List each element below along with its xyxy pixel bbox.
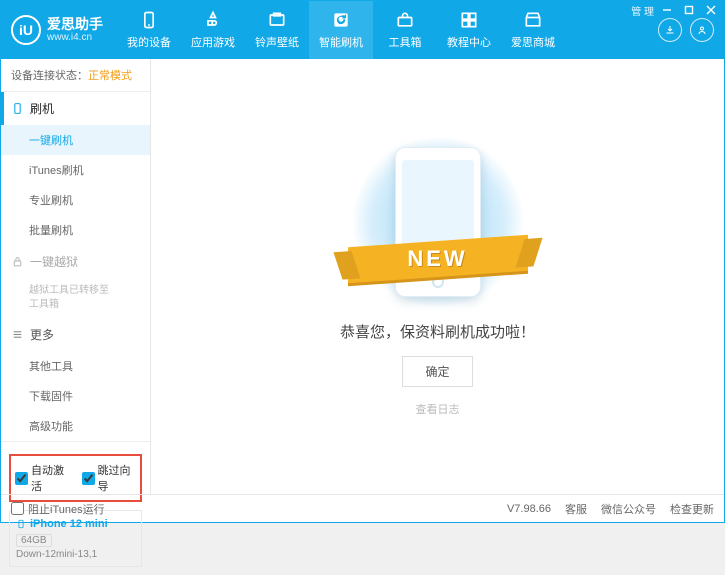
maximize-button[interactable]	[680, 3, 698, 17]
checkbox-skip-wizard-input[interactable]	[82, 472, 95, 485]
window-controls: 管 理	[631, 3, 720, 17]
section-title: 刷机	[30, 100, 54, 117]
new-ribbon: NEW	[348, 241, 528, 277]
sidebar-item-batch-flash[interactable]: 批量刷机	[1, 215, 150, 245]
app-logo: iU	[11, 15, 41, 45]
nav-label: 铃声壁纸	[255, 34, 299, 50]
checkbox-skip-wizard[interactable]: 跳过向导	[82, 462, 137, 494]
success-illustration: NEW	[338, 137, 538, 307]
section-flash-header[interactable]: 刷机	[1, 92, 150, 125]
refresh-icon	[331, 10, 351, 30]
window-manage-label[interactable]: 管 理	[631, 3, 654, 17]
nav-tutorials[interactable]: 教程中心	[437, 1, 501, 59]
checkbox-label: 自动激活	[31, 462, 70, 494]
section-more: 更多 其他工具 下载固件 高级功能	[1, 318, 150, 441]
nav-label: 爱思商城	[511, 34, 555, 50]
section-more-header[interactable]: 更多	[1, 318, 150, 351]
app-title: 爱思助手	[47, 17, 103, 32]
version-label: V7.98.66	[507, 503, 551, 515]
block-itunes-label: 阻止iTunes运行	[28, 501, 105, 517]
nav-my-device[interactable]: 我的设备	[117, 1, 181, 59]
brand: iU 爱思助手 www.i4.cn	[1, 1, 117, 59]
app-window: 管 理 iU 爱思助手 www.i4.cn 我的设备 应用游戏 铃声壁纸	[0, 0, 725, 523]
checkbox-label: 跳过向导	[98, 462, 137, 494]
status-value: 正常模式	[88, 70, 132, 82]
folder-icon	[267, 10, 287, 30]
body: 设备连接状态：正常模式 刷机 一键刷机 iTunes刷机 专业刷机 批量刷机 一…	[1, 59, 724, 494]
nav-label: 我的设备	[127, 34, 171, 50]
section-flash: 刷机 一键刷机 iTunes刷机 专业刷机 批量刷机	[1, 92, 150, 245]
nav-label: 智能刷机	[319, 34, 363, 50]
sidebar-item-other-tools[interactable]: 其他工具	[1, 351, 150, 381]
nav-ringtone-wallpaper[interactable]: 铃声壁纸	[245, 1, 309, 59]
nav-apps-games[interactable]: 应用游戏	[181, 1, 245, 59]
block-itunes-checkbox[interactable]: 阻止iTunes运行	[11, 501, 105, 517]
device-icon	[139, 10, 159, 30]
download-button[interactable]	[658, 18, 682, 42]
block-itunes-input[interactable]	[11, 502, 24, 515]
device-capacity: 64GB	[16, 534, 52, 547]
lock-icon	[11, 255, 24, 268]
device-model: Down-12mini-13,1	[16, 549, 135, 560]
ok-button[interactable]: 确定	[402, 356, 472, 387]
view-log-link[interactable]: 查看日志	[416, 401, 460, 417]
jailbreak-note: 越狱工具已转移至 工具箱	[1, 278, 150, 318]
sidebar-item-itunes-flash[interactable]: iTunes刷机	[1, 155, 150, 185]
footer: 阻止iTunes运行 V7.98.66 客服 微信公众号 检查更新	[1, 494, 724, 522]
success-message: 恭喜您，保资料刷机成功啦！	[340, 321, 535, 342]
main-panel: NEW 恭喜您，保资料刷机成功啦！ 确定 查看日志	[151, 59, 724, 494]
nav-label: 教程中心	[447, 34, 491, 50]
grid-icon	[459, 10, 479, 30]
menu-icon	[11, 328, 24, 341]
user-button[interactable]	[690, 18, 714, 42]
device-status: 设备连接状态：正常模式	[1, 59, 150, 92]
minimize-button[interactable]	[658, 3, 676, 17]
wechat-link[interactable]: 微信公众号	[601, 501, 656, 517]
checkbox-auto-activate-input[interactable]	[15, 472, 28, 485]
sidebar-item-advanced[interactable]: 高级功能	[1, 411, 150, 441]
section-title: 更多	[30, 326, 54, 343]
close-button[interactable]	[702, 3, 720, 17]
nav-smart-flash[interactable]: 智能刷机	[309, 1, 373, 59]
sidebar: 设备连接状态：正常模式 刷机 一键刷机 iTunes刷机 专业刷机 批量刷机 一…	[1, 59, 151, 494]
sidebar-item-download-firmware[interactable]: 下载固件	[1, 381, 150, 411]
customer-service-link[interactable]: 客服	[565, 501, 587, 517]
toolbox-icon	[395, 10, 415, 30]
main-nav: 我的设备 应用游戏 铃声壁纸 智能刷机 工具箱 教程中心	[117, 1, 648, 59]
section-title: 一键越狱	[30, 253, 78, 270]
nav-store[interactable]: 爱思商城	[501, 1, 565, 59]
status-label: 设备连接状态：	[11, 70, 88, 82]
ribbon-text: NEW	[407, 246, 467, 272]
topbar: iU 爱思助手 www.i4.cn 我的设备 应用游戏 铃声壁纸 智能刷机	[1, 1, 724, 59]
phone-refresh-icon	[11, 102, 24, 115]
nav-toolbox[interactable]: 工具箱	[373, 1, 437, 59]
app-subtitle: www.i4.cn	[47, 32, 103, 43]
store-icon	[523, 10, 543, 30]
apps-icon	[203, 10, 223, 30]
section-jailbreak-header[interactable]: 一键越狱	[1, 245, 150, 278]
sidebar-item-oneclick-flash[interactable]: 一键刷机	[1, 125, 150, 155]
sidebar-item-pro-flash[interactable]: 专业刷机	[1, 185, 150, 215]
checkbox-auto-activate[interactable]: 自动激活	[15, 462, 70, 494]
section-jailbreak: 一键越狱 越狱工具已转移至 工具箱	[1, 245, 150, 318]
nav-label: 工具箱	[389, 34, 422, 50]
nav-label: 应用游戏	[191, 34, 235, 50]
check-update-link[interactable]: 检查更新	[670, 501, 714, 517]
